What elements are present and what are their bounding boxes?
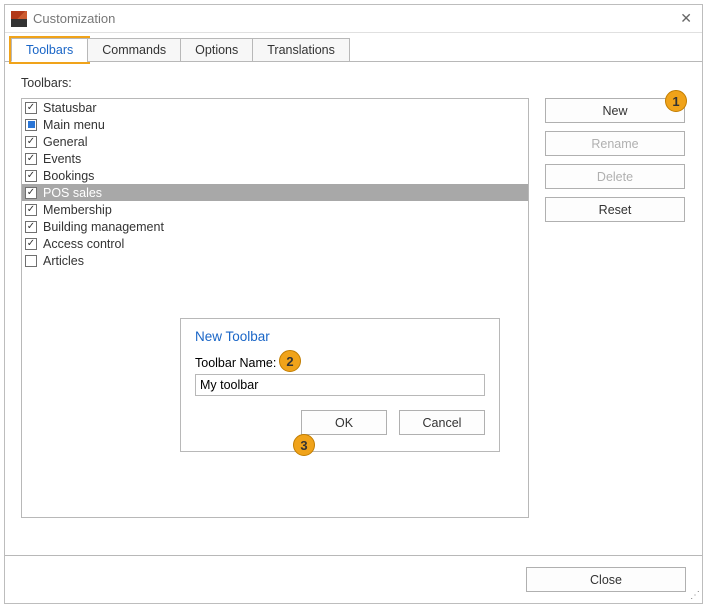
list-item-label: Main menu [43, 118, 105, 132]
side-buttons: New 1 Rename Delete Reset [545, 98, 685, 222]
new-toolbar-dialog: New Toolbar Toolbar Name: 2 OK Cancel 3 [180, 318, 500, 452]
checkbox-icon[interactable] [25, 119, 37, 131]
list-item[interactable]: Main menu [22, 116, 528, 133]
tab-strip: ToolbarsCommandsOptionsTranslations [5, 33, 702, 62]
checkbox-icon[interactable] [25, 204, 37, 216]
list-item[interactable]: Access control [22, 235, 528, 252]
window-title: Customization [33, 11, 676, 26]
close-button[interactable]: Close [526, 567, 686, 592]
titlebar: Customization ✕ [5, 5, 702, 33]
toolbar-name-label: Toolbar Name: [195, 356, 485, 370]
list-item-label: Statusbar [43, 101, 97, 115]
toolbar-name-input[interactable] [195, 374, 485, 396]
new-button[interactable]: New [545, 98, 685, 123]
checkbox-icon[interactable] [25, 170, 37, 182]
list-item-label: Membership [43, 203, 112, 217]
tab-toolbars[interactable]: Toolbars [11, 38, 88, 62]
list-item-label: Bookings [43, 169, 94, 183]
list-item[interactable]: Membership [22, 201, 528, 218]
checkbox-icon[interactable] [25, 187, 37, 199]
list-item-label: Events [43, 152, 81, 166]
checkbox-icon[interactable] [25, 255, 37, 267]
list-item[interactable]: POS sales [22, 184, 528, 201]
dialog-footer: Close [5, 555, 702, 603]
list-item[interactable]: Articles [22, 252, 528, 269]
callout-2: 2 [279, 350, 301, 372]
cancel-button[interactable]: Cancel [399, 410, 485, 435]
list-item[interactable]: General [22, 133, 528, 150]
dialog-title: New Toolbar [195, 329, 485, 344]
app-icon [11, 11, 27, 27]
close-icon[interactable]: ✕ [676, 10, 696, 27]
toolbars-listbox[interactable]: Statusbar Main menu General Events Bookings P… [21, 98, 529, 518]
list-item-label: Articles [43, 254, 84, 268]
tab-commands[interactable]: Commands [87, 38, 181, 62]
resize-gripper-icon[interactable]: ⋰ [690, 591, 700, 601]
toolbars-pane: Toolbars: Statusbar Main menu General Event… [5, 62, 702, 554]
reset-button[interactable]: Reset [545, 197, 685, 222]
rename-button: Rename [545, 131, 685, 156]
checkbox-icon[interactable] [25, 238, 37, 250]
list-item-label: POS sales [43, 186, 102, 200]
tab-options[interactable]: Options [180, 38, 253, 62]
list-item[interactable]: Events [22, 150, 528, 167]
callout-1: 1 [665, 90, 687, 112]
ok-button[interactable]: OK [301, 410, 387, 435]
list-item-label: Building management [43, 220, 164, 234]
checkbox-icon[interactable] [25, 102, 37, 114]
delete-button: Delete [545, 164, 685, 189]
checkbox-icon[interactable] [25, 136, 37, 148]
callout-3: 3 [293, 434, 315, 456]
list-item[interactable]: Bookings [22, 167, 528, 184]
list-item-label: Access control [43, 237, 124, 251]
customization-window: Customization ✕ ToolbarsCommandsOptionsT… [4, 4, 703, 604]
checkbox-icon[interactable] [25, 221, 37, 233]
list-item[interactable]: Statusbar [22, 99, 528, 116]
list-item-label: General [43, 135, 87, 149]
section-label: Toolbars: [21, 76, 686, 90]
checkbox-icon[interactable] [25, 153, 37, 165]
list-item[interactable]: Building management [22, 218, 528, 235]
tab-translations[interactable]: Translations [252, 38, 350, 62]
